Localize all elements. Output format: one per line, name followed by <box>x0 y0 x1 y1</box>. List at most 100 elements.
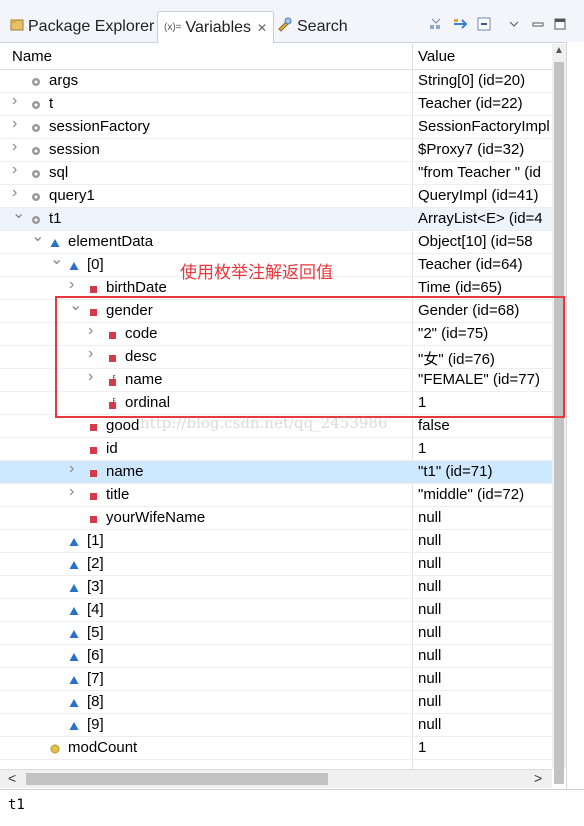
variable-name: [0] <box>87 256 104 273</box>
maximize-icon[interactable] <box>552 16 568 32</box>
tree-row[interactable]: › t Teacher (id=22) <box>0 93 552 116</box>
variable-value: "middle" (id=72) <box>418 486 525 503</box>
array-element-icon <box>68 604 80 616</box>
variable-value: null <box>418 670 442 687</box>
detail-pane[interactable]: t1 <box>0 789 584 826</box>
tree-row[interactable]: › session $Proxy7 (id=32) <box>0 139 552 162</box>
variable-name: title <box>106 486 130 503</box>
show-type-names-icon[interactable] <box>428 16 444 32</box>
tree-row[interactable]: › name "t1" (id=71) <box>0 461 552 484</box>
collapsed-chevron-icon[interactable]: › <box>12 139 22 155</box>
variable-name: good <box>106 417 140 434</box>
protected-field-icon <box>49 742 61 754</box>
tree-row[interactable]: › sql "from Teacher " (id <box>0 162 552 185</box>
tree-row[interactable]: [6] null <box>0 645 552 668</box>
collapsed-chevron-icon[interactable]: › <box>12 162 22 178</box>
tab-variables[interactable]: (x)= Variables ✕ <box>157 11 275 43</box>
collapsed-chevron-icon[interactable]: › <box>69 484 79 500</box>
tree-row[interactable]: [7] null <box>0 668 552 691</box>
variable-name: [3] <box>87 578 104 595</box>
tab-search[interactable]: Search <box>277 12 348 42</box>
expanded-chevron-icon[interactable]: ⌄ <box>50 252 63 268</box>
collapsed-chevron-icon[interactable]: › <box>12 93 22 109</box>
tree-row[interactable]: modCount 1 <box>0 737 552 760</box>
column-name-header[interactable]: Name <box>12 48 52 65</box>
tree-row[interactable]: id 1 <box>0 438 552 461</box>
variable-value: null <box>418 532 442 549</box>
local-variable-icon <box>30 190 42 202</box>
view-menu-icon[interactable] <box>506 16 522 32</box>
variable-value: ArrayList<E> (id=4 <box>418 210 543 227</box>
variable-value: null <box>418 555 442 572</box>
column-separator[interactable] <box>412 44 413 69</box>
local-variable-icon <box>30 98 42 110</box>
expanded-chevron-icon[interactable]: ⌄ <box>31 229 44 245</box>
variable-name: [8] <box>87 693 104 710</box>
tab-label: Search <box>297 18 348 35</box>
tree-row[interactable]: [4] null <box>0 599 552 622</box>
tree-row[interactable]: › title "middle" (id=72) <box>0 484 552 507</box>
minimize-icon[interactable] <box>530 16 546 32</box>
variable-value: String[0] (id=20) <box>418 72 526 89</box>
variable-name: t1 <box>49 210 62 227</box>
close-icon[interactable]: ✕ <box>257 21 267 35</box>
tree-row[interactable]: [5] null <box>0 622 552 645</box>
variable-name: [5] <box>87 624 104 641</box>
variable-name: yourWifeName <box>106 509 206 526</box>
collapsed-chevron-icon[interactable]: › <box>69 277 79 293</box>
variable-name: session <box>49 141 100 158</box>
array-element-icon <box>68 719 80 731</box>
tab-package-explorer[interactable]: Package Explorer <box>10 12 154 42</box>
collapsed-chevron-icon[interactable]: › <box>12 116 22 132</box>
collapsed-chevron-icon[interactable]: › <box>12 185 22 201</box>
tree-row[interactable]: › query1 QueryImpl (id=41) <box>0 185 552 208</box>
collapsed-chevron-icon[interactable]: › <box>69 461 79 477</box>
array-element-icon <box>68 581 80 593</box>
variable-value: SessionFactoryImpl <box>418 118 550 135</box>
vertical-scroll-thumb[interactable] <box>554 62 564 784</box>
variable-value: false <box>418 417 450 434</box>
field-icon <box>87 512 99 524</box>
tree-row[interactable]: [2] null <box>0 553 552 576</box>
array-element-icon <box>49 236 61 248</box>
horizontal-scrollbar[interactable]: < > <box>0 769 552 788</box>
field-icon <box>87 489 99 501</box>
tree-row[interactable]: ⌄ t1 ArrayList<E> (id=4 <box>0 206 552 231</box>
tree-row[interactable]: [3] null <box>0 576 552 599</box>
horizontal-scroll-thumb[interactable] <box>26 773 328 785</box>
tree-row[interactable]: yourWifeName null <box>0 507 552 530</box>
local-variable-icon <box>30 167 42 179</box>
tree-row[interactable]: ⌄ elementData Object[10] (id=58 <box>0 229 552 254</box>
variable-value: $Proxy7 (id=32) <box>418 141 525 158</box>
scroll-right-icon[interactable]: > <box>534 770 542 786</box>
variable-name: [6] <box>87 647 104 664</box>
scroll-left-icon[interactable]: < <box>8 770 16 786</box>
tree-row[interactable]: [1] null <box>0 530 552 553</box>
variable-value: 1 <box>418 739 427 756</box>
variable-name: t <box>49 95 54 112</box>
tree-row[interactable]: args String[0] (id=20) <box>0 70 552 93</box>
search-icon <box>277 17 293 38</box>
tree-row[interactable]: › sessionFactory SessionFactoryImpl <box>0 116 552 139</box>
variable-value: "t1" (id=71) <box>418 463 493 480</box>
variable-name: modCount <box>68 739 138 756</box>
variable-value: Time (id=65) <box>418 279 503 296</box>
variable-name: args <box>49 72 79 89</box>
tree-row[interactable]: [8] null <box>0 691 552 714</box>
collapse-all-icon[interactable] <box>476 16 492 32</box>
variable-value: QueryImpl (id=41) <box>418 187 539 204</box>
package-explorer-icon <box>10 18 24 37</box>
array-element-icon <box>68 535 80 547</box>
field-icon <box>87 420 99 432</box>
tree-row[interactable]: [9] null <box>0 714 552 737</box>
variable-name: sql <box>49 164 69 181</box>
show-logical-structure-icon[interactable] <box>452 16 468 32</box>
scroll-up-icon[interactable]: ▲ <box>552 44 566 58</box>
variables-icon: (x)= <box>164 22 182 33</box>
expanded-chevron-icon[interactable]: ⌄ <box>12 206 25 222</box>
view-tab-bar: Package Explorer (x)= Variables ✕ Search <box>0 0 584 43</box>
column-value-header[interactable]: Value <box>418 48 455 65</box>
watermark: http://blog.csdn.net/qq_2453986 <box>140 414 388 432</box>
variable-value: null <box>418 716 442 733</box>
variable-name: query1 <box>49 187 95 204</box>
